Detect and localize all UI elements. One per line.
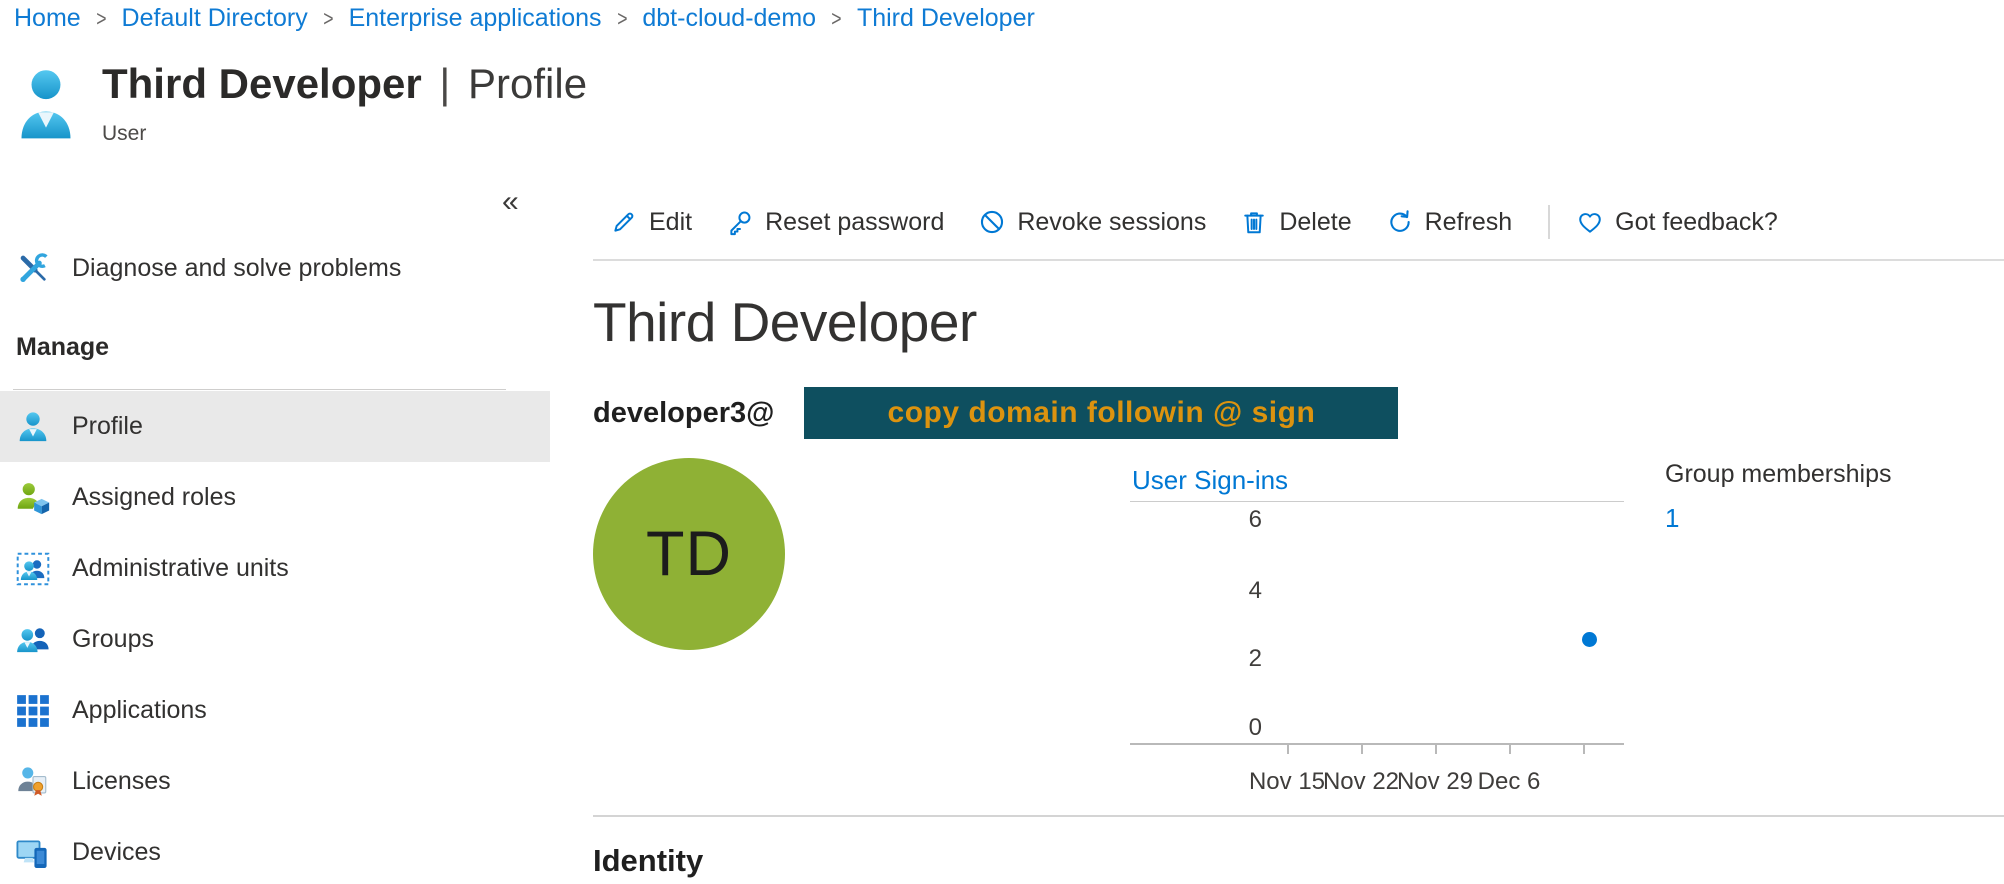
group-memberships: Group memberships 1 bbox=[1665, 460, 1891, 534]
sidebar: « Diagnose and solve problems Manage bbox=[0, 185, 550, 884]
user-principal-name: developer3@ copy domain followin @ sign bbox=[593, 386, 1398, 440]
page-title: Third Developer | Profile bbox=[102, 56, 587, 112]
person-cube-icon bbox=[16, 481, 50, 515]
breadcrumb-separator: > bbox=[617, 6, 627, 32]
sidebar-menu: Profile Assigned roles bbox=[0, 391, 550, 884]
x-axis-tickmark bbox=[1435, 745, 1437, 754]
page-header-text: Third Developer | Profile User bbox=[102, 56, 587, 146]
page-subtitle: User bbox=[102, 122, 587, 146]
user-avatar-icon bbox=[18, 66, 74, 148]
breadcrumb-dbt-cloud-demo[interactable]: dbt-cloud-demo bbox=[642, 4, 816, 33]
sidebar-item-licenses[interactable]: Licenses bbox=[0, 746, 550, 817]
sidebar-item-label: Profile bbox=[72, 412, 143, 441]
delete-button[interactable]: Delete bbox=[1240, 208, 1351, 237]
sidebar-item-label: Assigned roles bbox=[72, 483, 236, 512]
sidebar-item-administrative-units[interactable]: Administrative units bbox=[0, 533, 550, 604]
person-icon bbox=[16, 410, 50, 444]
reset-password-button[interactable]: Reset password bbox=[726, 208, 944, 237]
sidebar-collapse-icon[interactable]: « bbox=[502, 187, 519, 217]
section-divider bbox=[593, 815, 2004, 817]
block-icon bbox=[978, 208, 1006, 236]
signin-data-point bbox=[1582, 632, 1597, 647]
sidebar-item-profile[interactable]: Profile bbox=[0, 391, 550, 462]
admin-units-icon bbox=[16, 552, 50, 586]
upn-prefix: developer3@ bbox=[593, 397, 774, 430]
sidebar-item-label: Administrative units bbox=[72, 554, 289, 583]
sidebar-item-groups[interactable]: Groups bbox=[0, 604, 550, 675]
pencil-icon bbox=[610, 208, 638, 236]
redaction-note: copy domain followin @ sign bbox=[888, 396, 1316, 430]
tools-icon bbox=[16, 251, 50, 285]
breadcrumb-separator: > bbox=[831, 6, 841, 32]
y-axis-tick: 4 bbox=[1130, 577, 1262, 605]
sidebar-item-label: Licenses bbox=[72, 767, 171, 796]
got-feedback-label: Got feedback? bbox=[1615, 208, 1778, 237]
x-axis-tickmark bbox=[1287, 745, 1289, 754]
license-icon bbox=[16, 765, 50, 799]
sidebar-item-devices[interactable]: Devices bbox=[0, 817, 550, 884]
refresh-label: Refresh bbox=[1425, 208, 1513, 237]
avatar-initials: TD bbox=[646, 518, 732, 590]
revoke-sessions-label: Revoke sessions bbox=[1017, 208, 1206, 237]
toolbar-separator bbox=[1548, 205, 1550, 239]
profile-display-name: Third Developer bbox=[593, 290, 977, 354]
sidebar-item-label: Diagnose and solve problems bbox=[72, 254, 401, 283]
sidebar-item-diagnose[interactable]: Diagnose and solve problems bbox=[0, 237, 550, 299]
y-axis-tick: 6 bbox=[1130, 506, 1262, 534]
breadcrumb-separator: > bbox=[96, 6, 106, 32]
breadcrumb: Home > Default Directory > Enterprise ap… bbox=[14, 4, 1035, 33]
breadcrumb-home[interactable]: Home bbox=[14, 4, 81, 33]
sidebar-item-applications[interactable]: Applications bbox=[0, 675, 550, 746]
refresh-button[interactable]: Refresh bbox=[1386, 208, 1513, 237]
main-content: Third Developer developer3@ copy domain … bbox=[593, 260, 2004, 884]
breadcrumb-separator: > bbox=[323, 6, 333, 32]
app-grid-icon bbox=[16, 694, 50, 728]
avatar: TD bbox=[593, 458, 785, 650]
revoke-sessions-button[interactable]: Revoke sessions bbox=[978, 208, 1206, 237]
people-icon bbox=[16, 623, 50, 657]
key-icon bbox=[726, 208, 754, 236]
reset-password-label: Reset password bbox=[765, 208, 944, 237]
identity-section-heading: Identity bbox=[593, 843, 703, 879]
page-header: Third Developer | Profile User bbox=[18, 56, 587, 148]
edit-button[interactable]: Edit bbox=[610, 208, 692, 237]
page-title-name: Third Developer bbox=[102, 60, 422, 107]
command-toolbar: Edit Reset password Revoke sessions bbox=[593, 186, 2004, 258]
domain-redaction-overlay: copy domain followin @ sign bbox=[804, 387, 1398, 439]
x-axis-tickmark bbox=[1509, 745, 1511, 754]
x-axis-line bbox=[1130, 743, 1624, 745]
group-memberships-label: Group memberships bbox=[1665, 460, 1891, 489]
breadcrumb-enterprise-applications[interactable]: Enterprise applications bbox=[349, 4, 602, 33]
breadcrumb-third-developer[interactable]: Third Developer bbox=[857, 4, 1035, 33]
sidebar-item-label: Devices bbox=[72, 838, 161, 867]
chart-title-link[interactable]: User Sign-ins bbox=[1132, 465, 1288, 496]
refresh-icon bbox=[1386, 208, 1414, 236]
x-axis-tickmark bbox=[1361, 745, 1363, 754]
sidebar-item-assigned-roles[interactable]: Assigned roles bbox=[0, 462, 550, 533]
trash-icon bbox=[1240, 208, 1268, 236]
y-axis-tick: 0 bbox=[1130, 714, 1262, 742]
delete-label: Delete bbox=[1279, 208, 1351, 237]
breadcrumb-default-directory[interactable]: Default Directory bbox=[122, 4, 308, 33]
x-axis-tickmark bbox=[1583, 745, 1585, 754]
sidebar-item-label: Applications bbox=[72, 696, 207, 725]
page-title-divider: | bbox=[433, 60, 456, 107]
page-title-section: Profile bbox=[468, 60, 587, 107]
sidebar-section-heading: Manage bbox=[16, 333, 109, 362]
got-feedback-button[interactable]: Got feedback? bbox=[1576, 208, 1778, 237]
heart-icon bbox=[1576, 208, 1604, 236]
edit-label: Edit bbox=[649, 208, 692, 237]
azure-user-profile-page: Home > Default Directory > Enterprise ap… bbox=[0, 0, 2004, 884]
chart-title-underline bbox=[1130, 501, 1624, 502]
sidebar-divider bbox=[13, 389, 506, 390]
devices-icon bbox=[16, 836, 50, 870]
y-axis-tick: 2 bbox=[1130, 645, 1262, 673]
sidebar-item-label: Groups bbox=[72, 625, 154, 654]
x-axis-tick: Dec 6 bbox=[1464, 768, 1554, 796]
group-memberships-count-link[interactable]: 1 bbox=[1665, 503, 1891, 534]
user-signins-chart: User Sign-ins 6 4 2 0 Nov 15 Nov 22 Nov … bbox=[1130, 465, 1624, 805]
